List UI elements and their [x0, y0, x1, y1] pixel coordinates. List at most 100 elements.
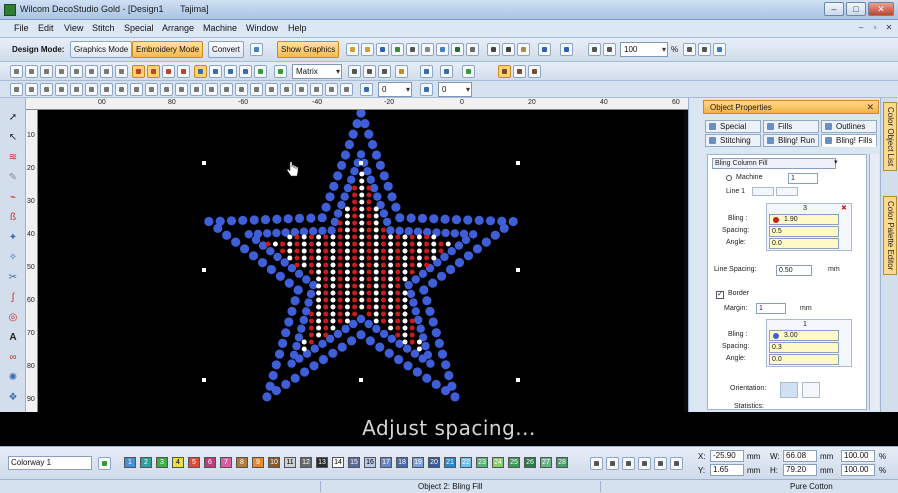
stitch-icon[interactable]: ≋	[5, 150, 21, 166]
color-chip[interactable]: 26	[524, 457, 536, 468]
selection-handle[interactable]	[202, 378, 206, 382]
w-field[interactable]: 66.08	[783, 450, 817, 462]
circle-tool-icon[interactable]: ◎	[5, 310, 21, 326]
bling-size-select[interactable]: 1.90	[769, 214, 839, 225]
tool-icon-3[interactable]	[40, 65, 53, 78]
cut-icon[interactable]	[487, 43, 500, 56]
slant-angle-field[interactable]: 0	[438, 82, 472, 97]
line-add-button[interactable]	[752, 187, 774, 196]
open-folder-icon[interactable]	[361, 43, 374, 56]
selection-handle[interactable]	[516, 378, 520, 382]
arrange-icon-17[interactable]	[250, 83, 263, 96]
tool-icon-5[interactable]	[70, 65, 83, 78]
bling-fill-icon[interactable]	[194, 65, 207, 78]
selection-handle[interactable]	[359, 378, 363, 382]
outline-icon[interactable]	[254, 65, 267, 78]
arrange-icon-13[interactable]	[190, 83, 203, 96]
menu-special[interactable]: Special	[124, 23, 154, 33]
appliqué-icon[interactable]	[209, 65, 222, 78]
add-color-icon[interactable]	[590, 457, 603, 470]
menu-file[interactable]: File	[14, 23, 29, 33]
color-chip[interactable]: 4	[172, 457, 184, 468]
arrange-icon-16[interactable]	[235, 83, 248, 96]
new-file-icon[interactable]	[346, 43, 359, 56]
print-icon[interactable]	[406, 43, 419, 56]
grid-icon-1[interactable]	[348, 65, 361, 78]
fill-type-select[interactable]: Bling Column Fill	[712, 158, 836, 169]
color-chip[interactable]: 27	[540, 457, 552, 468]
tool-icon-4[interactable]	[55, 65, 68, 78]
color-icon[interactable]	[239, 65, 252, 78]
tab-special[interactable]: Special	[705, 120, 761, 133]
mdi-minimize-icon[interactable]: –	[856, 23, 866, 33]
grid-icon-3[interactable]	[378, 65, 391, 78]
stitch-player-icon[interactable]	[451, 43, 464, 56]
embroidery-mode-button[interactable]: Embroidery Mode	[132, 41, 204, 58]
color-chip[interactable]: 11	[284, 457, 296, 468]
arrange-icon-20[interactable]	[295, 83, 308, 96]
arrange-icon-19[interactable]	[280, 83, 293, 96]
arrange-icon-4[interactable]	[55, 83, 68, 96]
menu-view[interactable]: View	[64, 23, 83, 33]
border-checkbox[interactable]: ✓	[716, 291, 724, 299]
stamp-icon[interactable]	[462, 65, 475, 78]
arrange-icon-15[interactable]	[220, 83, 233, 96]
arrange-icon-23[interactable]	[340, 83, 353, 96]
selection-handle[interactable]	[516, 268, 520, 272]
design-canvas[interactable]	[38, 110, 684, 412]
line-spacing-value-field[interactable]: 0.5	[769, 226, 839, 237]
print-preview-icon[interactable]	[421, 43, 434, 56]
color-chip[interactable]: 6	[204, 457, 216, 468]
email-icon[interactable]	[436, 43, 449, 56]
color-settings-icon[interactable]	[622, 457, 635, 470]
selection-handle[interactable]	[359, 161, 363, 165]
color-chip[interactable]: 20	[428, 457, 440, 468]
fill-type-dropdown-icon[interactable]: ▾	[834, 158, 838, 166]
remove-color-icon[interactable]	[606, 457, 619, 470]
redo-icon[interactable]	[560, 43, 573, 56]
tool-icon-6[interactable]	[85, 65, 98, 78]
grid-icon-2[interactable]	[363, 65, 376, 78]
help-icon[interactable]	[713, 43, 726, 56]
color-chip[interactable]: 14	[332, 457, 344, 468]
thread-chart-icon[interactable]	[638, 457, 651, 470]
import-icon[interactable]	[391, 43, 404, 56]
color-chip[interactable]: 3	[156, 457, 168, 468]
convert-button[interactable]: Convert	[208, 41, 245, 58]
line-spacing-field[interactable]: 0.50	[776, 265, 812, 276]
tab-bling-run[interactable]: Bling! Run	[763, 134, 819, 147]
arrange-icon-1[interactable]	[10, 83, 23, 96]
gradient-icon[interactable]	[274, 65, 287, 78]
color-chip[interactable]: 17	[380, 457, 392, 468]
machine-field[interactable]: 1	[788, 173, 818, 184]
tab-bling-fills[interactable]: Bling! Fills	[821, 134, 877, 147]
tab-fills[interactable]: Fills	[763, 120, 819, 133]
color-chip[interactable]: 15	[348, 457, 360, 468]
arrange-icon-2[interactable]	[25, 83, 38, 96]
color-palette-editor-tab[interactable]: Color Palette Editor	[883, 196, 897, 276]
border-bling-select[interactable]: 3.00	[769, 330, 839, 341]
color-chip[interactable]: 5	[188, 457, 200, 468]
arrange-icon-9[interactable]	[130, 83, 143, 96]
graphics-mode-button[interactable]: Graphics Mode	[70, 41, 133, 58]
magic-wand-icon[interactable]: ∫	[5, 290, 21, 306]
color-chip[interactable]: 25	[508, 457, 520, 468]
photo-icon[interactable]	[224, 65, 237, 78]
hand-tool-icon[interactable]	[498, 65, 511, 78]
h-field[interactable]: 79.20	[783, 464, 817, 476]
arrange-icon-14[interactable]	[205, 83, 218, 96]
menu-help[interactable]: Help	[288, 23, 307, 33]
maximize-button[interactable]: □	[846, 2, 866, 16]
bling-shape-icon[interactable]	[440, 65, 453, 78]
text-tool-icon[interactable]: A	[5, 330, 21, 346]
tool-icon-2[interactable]	[25, 65, 38, 78]
line-delete-icon[interactable]: ✖	[841, 204, 847, 212]
menu-arrange[interactable]: Arrange	[162, 23, 194, 33]
color-chip[interactable]: 7	[220, 457, 232, 468]
fill-bucket-icon[interactable]	[395, 65, 408, 78]
color-chip[interactable]: 23	[476, 457, 488, 468]
panel-scrollbar[interactable]	[869, 154, 879, 410]
color-chip[interactable]: 10	[268, 457, 280, 468]
colorway-select[interactable]: Colorway 1	[8, 456, 92, 470]
measure-icon[interactable]	[513, 65, 526, 78]
